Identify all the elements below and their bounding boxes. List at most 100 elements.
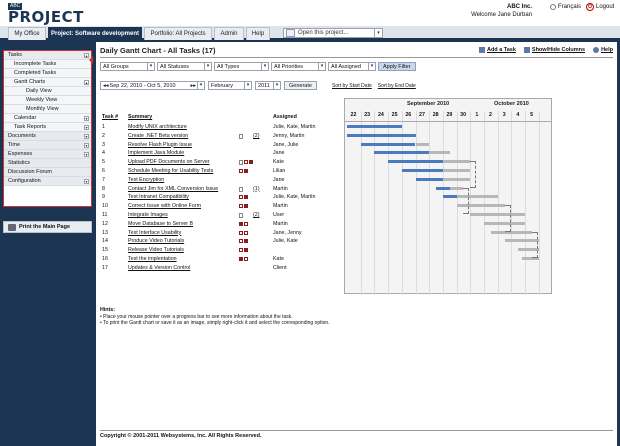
sidebar-item-label: Discussion Forum	[8, 169, 53, 175]
task-summary-link[interactable]: Test Intranet Compatibility	[128, 193, 189, 201]
chevron-down-icon[interactable]: ▾	[84, 152, 89, 157]
document-icon[interactable]	[239, 213, 243, 218]
apply-filter-button[interactable]: Apply Filter	[378, 62, 416, 71]
generate-button[interactable]: Generate	[284, 81, 317, 90]
sidebar-item[interactable]: Expenses ▾	[4, 150, 91, 159]
chevron-down-icon: ▾	[368, 63, 375, 70]
help-label: Help	[601, 47, 613, 53]
sidebar-item[interactable]: Weekly View	[4, 96, 91, 105]
chevron-down-icon[interactable]: ▾	[84, 179, 89, 184]
task-summary-link[interactable]: Test Encryption	[128, 176, 164, 184]
task-assigned: Client	[273, 264, 287, 271]
task-summary-link[interactable]: Produce Video Tutorials	[128, 237, 184, 245]
sidebar-item-label: Statistics	[8, 160, 31, 166]
table-row: 16 Test the implentation Kate	[100, 255, 616, 263]
tab-admin[interactable]: Admin	[214, 27, 244, 40]
task-summary-link[interactable]: Updates & Version Control	[128, 264, 190, 272]
priority-filter[interactable]: All Priorities ▾	[271, 62, 326, 71]
sidebar-item[interactable]: Daily View	[4, 87, 91, 96]
sidebar-item[interactable]: Incomplete Tasks	[4, 60, 91, 69]
month-select[interactable]: February ▾	[208, 81, 252, 90]
group-filter[interactable]: All Groups ▾	[100, 62, 155, 71]
language-radio[interactable]	[550, 4, 556, 10]
attachment-count-link[interactable]: (2)	[253, 211, 259, 219]
task-number: 1	[102, 124, 105, 130]
task-summary-link[interactable]: Upload PDF Documents on Server	[128, 158, 210, 166]
task-summary-link[interactable]: Test Interface Usability	[128, 229, 181, 237]
tab-portfolio[interactable]: Portfolio: All Projects	[144, 27, 212, 40]
sidebar-item[interactable]: Monthly View	[4, 105, 91, 114]
tab-my-office[interactable]: My Office	[8, 27, 46, 40]
task-summary-link[interactable]: Implement Java Module	[128, 149, 184, 157]
gantt-day-label: 3	[502, 112, 506, 118]
gantt-day-label: 2	[489, 112, 492, 118]
task-summary-link[interactable]: Contact Jim for XML Conversion Issue	[128, 185, 218, 193]
sidebar-collapse-arrow-icon[interactable]	[89, 56, 93, 64]
sidebar-item[interactable]: Completed Tasks	[4, 69, 91, 78]
print-main-page-button[interactable]: Print the Main Page	[3, 221, 92, 233]
task-number: 6	[102, 168, 105, 174]
task-number: 8	[102, 185, 105, 192]
document-icon[interactable]	[239, 133, 243, 139]
chevron-down-icon[interactable]: ▾	[84, 116, 89, 121]
flag-outline-icon	[244, 221, 248, 226]
sidebar-item[interactable]: Time ▾	[4, 141, 91, 150]
task-summary-link[interactable]: Move Database to Server B	[128, 220, 193, 228]
chevron-up-icon[interactable]: ▴	[84, 80, 89, 85]
task-summary-link[interactable]: Create .NET Beta version	[128, 132, 188, 140]
help-link[interactable]: Help	[593, 47, 613, 53]
status-filter[interactable]: All Statuses ▾	[157, 62, 212, 71]
task-summary-link[interactable]: Modify UNIX architecture	[128, 123, 187, 131]
sidebar-item[interactable]: Statistics	[4, 159, 91, 168]
show-hide-columns-link[interactable]: Show/Hide Columns	[523, 47, 585, 53]
chevron-down-icon[interactable]: ▾	[84, 125, 89, 130]
sidebar-item[interactable]: Task Reports ▾	[4, 123, 91, 132]
assigned-filter[interactable]: All Assigned ▾	[328, 62, 376, 71]
task-icons	[239, 213, 243, 218]
app-logo[interactable]: ABC PROJECT	[8, 3, 84, 26]
sidebar-item[interactable]: Gantt Charts ▴	[4, 78, 91, 87]
gantt-day-label: 25	[391, 112, 398, 118]
main-nav: My Office Project: Software development …	[0, 26, 620, 40]
flag-outline-icon	[244, 160, 248, 165]
open-project-select[interactable]: Open this project... ▾	[283, 28, 383, 38]
attachment-count-link[interactable]: (2)	[253, 132, 259, 140]
sort-start-link[interactable]: Sort by Start Date	[332, 83, 372, 89]
task-summary-link[interactable]: Test the implentation	[128, 255, 177, 263]
gantt-day-label: 27	[419, 112, 425, 118]
tab-help[interactable]: Help	[246, 27, 270, 40]
priority-filter-value: All Priorities	[274, 63, 304, 70]
sidebar-item[interactable]: Documents ▾	[4, 132, 91, 141]
chevron-down-icon: ▾	[147, 63, 154, 70]
welcome-text: Welcome Jane Durban	[471, 12, 532, 18]
document-icon[interactable]	[239, 160, 243, 166]
sidebar-item[interactable]: Configuration ▾	[4, 177, 91, 186]
type-filter[interactable]: All Types ▾	[214, 62, 269, 71]
chevron-down-icon[interactable]: ▾	[84, 143, 89, 148]
task-assigned: Kate	[273, 256, 284, 262]
sidebar-item[interactable]: Discussion Forum	[4, 168, 91, 177]
tab-project[interactable]: Project: Software development	[48, 27, 142, 40]
task-summary-link[interactable]: Schedule Meeting for Usability Tests	[128, 167, 213, 175]
col-summary[interactable]: Summary	[128, 113, 152, 121]
sort-end-link[interactable]: Sort by End Date	[378, 83, 416, 89]
task-summary-link[interactable]: Release Video Tutorials	[128, 246, 184, 254]
task-summary-link[interactable]: Resolve Flash Plugin Issue	[128, 141, 192, 149]
year-select[interactable]: 2011 ▾	[255, 81, 281, 90]
attachment-count-link[interactable]: (1)	[253, 185, 259, 193]
add-task-link[interactable]: Add a Task	[478, 47, 516, 53]
language-switch[interactable]: Français	[550, 4, 581, 10]
col-task-num[interactable]: Task #	[102, 113, 118, 121]
chevron-down-icon[interactable]: ▾	[84, 134, 89, 139]
sidebar-item[interactable]: Calendar ▾	[4, 114, 91, 123]
task-summary-link[interactable]: Correct Issue with Online Form	[128, 202, 201, 210]
date-range-select[interactable]: ◂◂ Sep 22, 2010 - Oct 5, 2010 ▸▸ ▾	[100, 81, 205, 90]
logout-button[interactable]: ⏻ Logout	[586, 3, 614, 11]
task-number: 4	[102, 150, 105, 157]
sidebar-item[interactable]: Tasks ▴	[4, 51, 91, 60]
document-icon[interactable]	[239, 186, 243, 192]
logo-text: PROJECT	[8, 8, 84, 26]
task-summary-link[interactable]: Integrate Images	[128, 211, 168, 219]
table-row: 7 Test Encryption Jane	[100, 176, 616, 184]
gantt-day-label: 24	[377, 112, 384, 118]
